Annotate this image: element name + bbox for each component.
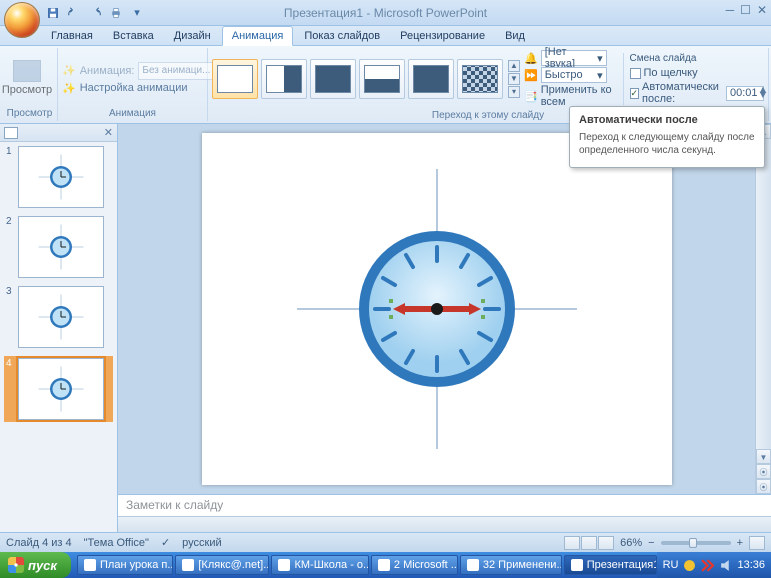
advance-title: Смена слайда: [630, 53, 765, 64]
view-buttons: [564, 536, 614, 550]
preview-button[interactable]: Просмотр: [6, 60, 48, 96]
minimize-icon[interactable]: ─: [726, 3, 735, 17]
status-theme: "Тема Office": [84, 537, 149, 549]
tray-kaspersky-icon[interactable]: [701, 559, 714, 572]
taskbar-item[interactable]: Презентация1: [564, 555, 657, 575]
system-tray: RU 13:36: [657, 552, 771, 578]
tooltip-title: Автоматически после: [579, 114, 755, 126]
taskbar-item[interactable]: [Клякс@.net]...: [175, 555, 269, 575]
group-preview-label: Просмотр: [6, 106, 53, 119]
horizontal-scrollbar[interactable]: [118, 516, 771, 532]
save-icon[interactable]: [44, 4, 62, 22]
auto-after-spinner[interactable]: 00:01▲▼: [726, 86, 764, 101]
zoom-in-icon[interactable]: +: [737, 537, 743, 549]
zoom-out-icon[interactable]: −: [648, 537, 654, 549]
canvas-area[interactable]: [118, 124, 755, 494]
tab-review[interactable]: Рецензирование: [391, 27, 494, 45]
tray-icon[interactable]: [683, 559, 696, 572]
taskbar-item[interactable]: 2 Microsoft ...: [371, 555, 458, 575]
status-slide: Слайд 4 из 4: [6, 537, 72, 549]
tab-animation[interactable]: Анимация: [222, 26, 294, 46]
tray-lang[interactable]: RU: [663, 559, 679, 571]
qat-dropdown-icon[interactable]: ▾: [128, 4, 146, 22]
status-lang[interactable]: русский: [182, 537, 221, 549]
taskbar-item[interactable]: План урока п...: [77, 555, 173, 575]
speed-combo[interactable]: Быстро▾: [541, 67, 607, 83]
workspace: ✕ 1 2 3 4: [0, 124, 771, 532]
auto-after-checkbox[interactable]: ✓Автоматически после:00:01▲▼: [630, 81, 765, 105]
tab-home[interactable]: Главная: [42, 27, 102, 45]
ribbon-tabs: Главная Вставка Дизайн Анимация Показ сл…: [0, 26, 771, 46]
slide-thumb-1[interactable]: 1: [6, 146, 111, 208]
tooltip: Автоматически после Переход к следующему…: [569, 106, 765, 168]
office-button[interactable]: [4, 2, 40, 38]
transition-wipe[interactable]: [310, 59, 356, 99]
slide-canvas[interactable]: [202, 133, 672, 485]
transition-checker[interactable]: [457, 59, 503, 99]
slide-thumb-3[interactable]: 3: [6, 286, 111, 348]
close-icon[interactable]: ✕: [757, 3, 767, 17]
tab-insert[interactable]: Вставка: [104, 27, 163, 45]
sound-combo[interactable]: [Нет звука]▾: [541, 50, 607, 66]
tab-view[interactable]: Вид: [496, 27, 534, 45]
slide-panel: ✕ 1 2 3 4: [0, 124, 118, 532]
spellcheck-icon[interactable]: ✓: [161, 536, 170, 549]
slideshow-view-button[interactable]: [598, 536, 614, 550]
speed-icon: ⏩: [524, 69, 538, 82]
vertical-scrollbar[interactable]: ▲▼⦿⦿: [755, 124, 771, 494]
window-title: Презентация1 - Microsoft PowerPoint: [284, 6, 487, 20]
animation-combo[interactable]: Без анимаци...: [138, 62, 216, 80]
zoom-slider[interactable]: [661, 541, 731, 545]
undo-icon[interactable]: [65, 4, 83, 22]
quick-access-toolbar: ▾: [44, 4, 146, 22]
transition-push[interactable]: [359, 59, 405, 99]
taskbar: пуск План урока п...[Клякс@.net]...КМ-Шк…: [0, 552, 771, 578]
preview-label: Просмотр: [2, 84, 52, 96]
transition-gallery: ▲▼▾: [212, 59, 520, 99]
quickprint-icon[interactable]: [107, 4, 125, 22]
normal-view-button[interactable]: [564, 536, 580, 550]
gallery-scroll[interactable]: ▲▼▾: [508, 60, 520, 98]
transition-split[interactable]: [408, 59, 454, 99]
tooltip-body: Переход к следующему слайду после опреде…: [579, 131, 755, 157]
on-click-checkbox[interactable]: По щелчку: [630, 67, 765, 79]
notes-pane[interactable]: Заметки к слайду: [118, 494, 771, 516]
panel-close-icon[interactable]: ✕: [104, 126, 113, 139]
sound-icon: 🔔: [524, 52, 538, 65]
custom-animation-button[interactable]: ✨Настройка анимации: [62, 82, 216, 95]
redo-icon[interactable]: [86, 4, 104, 22]
status-bar: Слайд 4 из 4 "Тема Office" ✓ русский 66%…: [0, 532, 771, 552]
clock-shape[interactable]: [297, 169, 577, 449]
sorter-view-button[interactable]: [581, 536, 597, 550]
tab-slideshow[interactable]: Показ слайдов: [295, 27, 389, 45]
start-button[interactable]: пуск: [0, 552, 71, 578]
animation-row: ✨Анимация:Без анимаци...: [62, 62, 216, 80]
apply-all-button[interactable]: 📑Применить ко всем: [524, 84, 617, 108]
maximize-icon[interactable]: ☐: [740, 3, 751, 17]
transition-none[interactable]: [212, 59, 258, 99]
zoom-value[interactable]: 66%: [620, 537, 642, 549]
slide-thumb-2[interactable]: 2: [6, 216, 111, 278]
fit-window-button[interactable]: [749, 536, 765, 550]
transition-fade[interactable]: [261, 59, 307, 99]
tray-time[interactable]: 13:36: [737, 559, 765, 571]
tray-volume-icon[interactable]: [719, 559, 732, 572]
taskbar-item[interactable]: 32 Применени...: [460, 555, 562, 575]
taskbar-item[interactable]: КМ-Школа - о...: [271, 555, 368, 575]
group-animation-label: Анимация: [62, 106, 203, 119]
slide-thumb-4[interactable]: 4: [4, 356, 113, 422]
tab-design[interactable]: Дизайн: [165, 27, 220, 45]
slides-tab-icon[interactable]: [4, 127, 18, 139]
editor: ▲▼⦿⦿ Заметки к слайду: [118, 124, 771, 532]
title-bar: ▾ Презентация1 - Microsoft PowerPoint ─ …: [0, 0, 771, 26]
